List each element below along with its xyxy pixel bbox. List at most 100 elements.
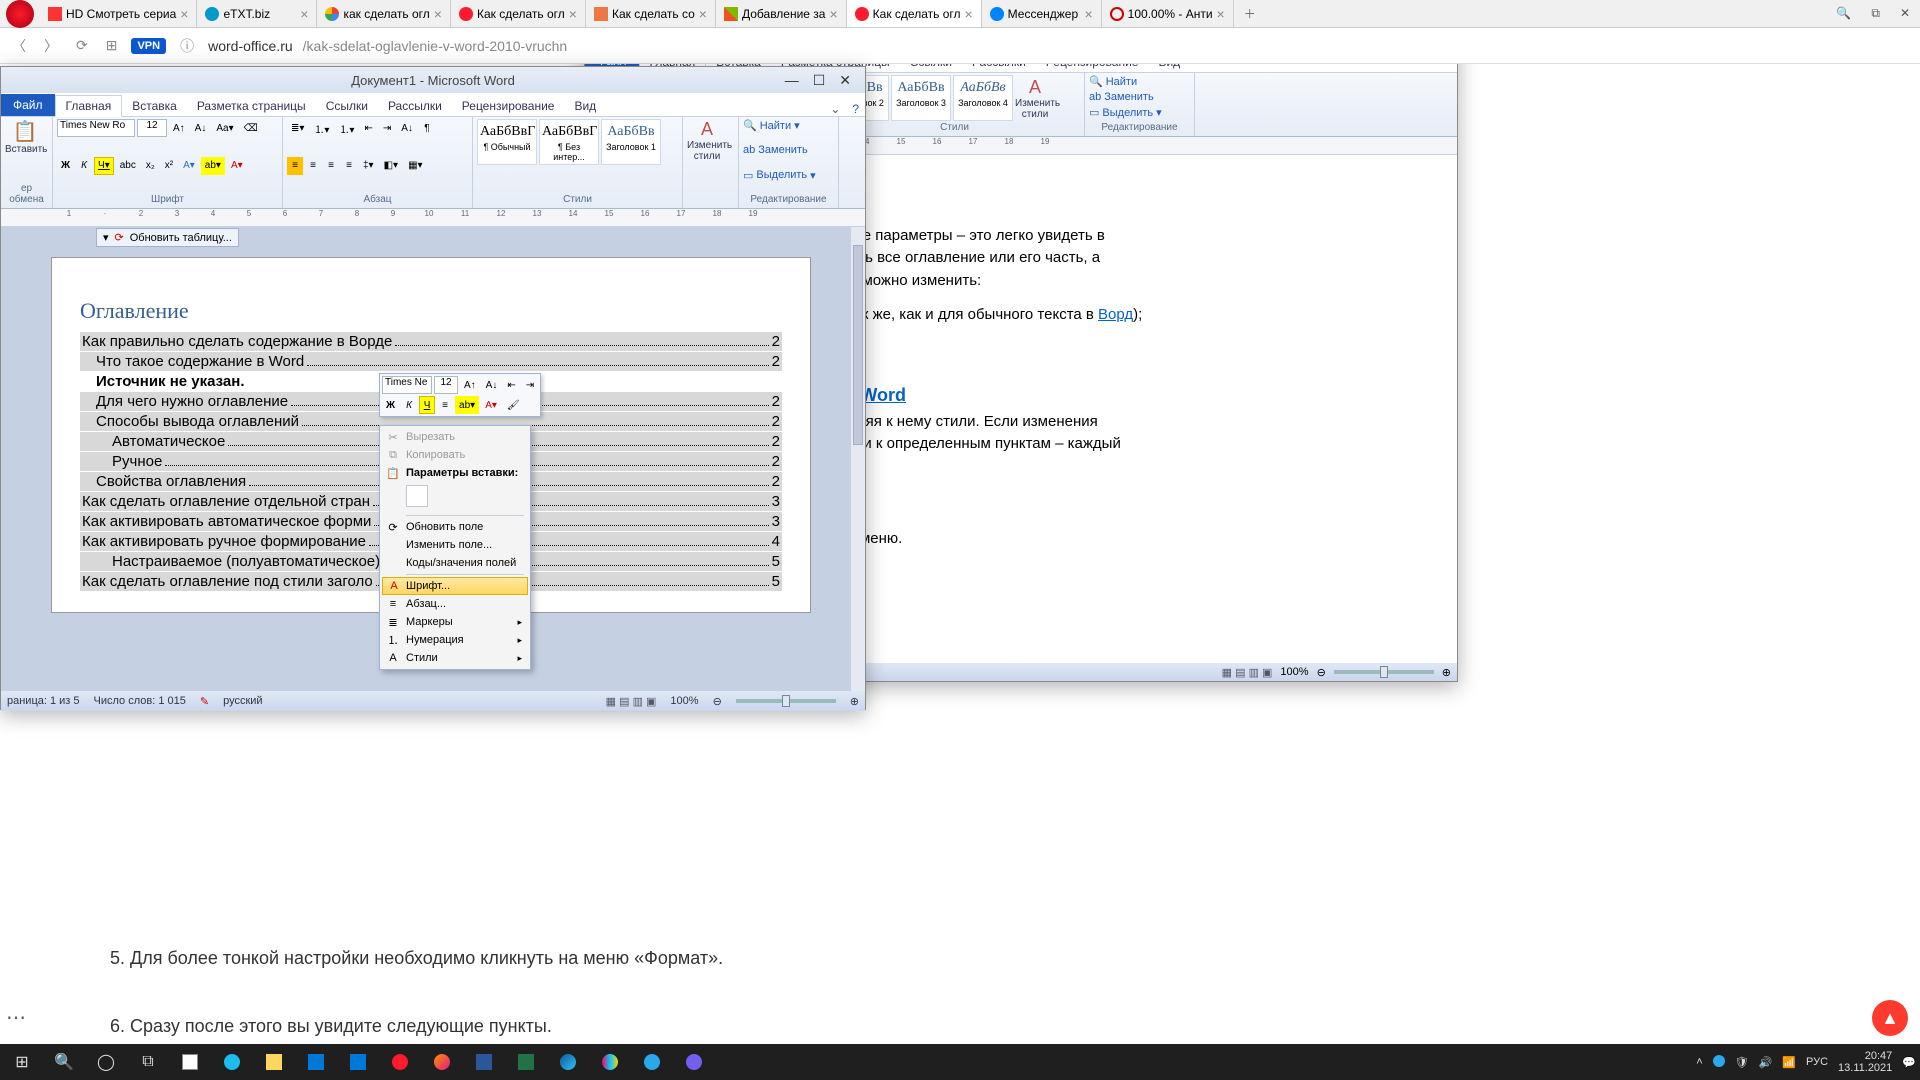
store-icon[interactable]: [172, 1047, 208, 1077]
word-count[interactable]: Число слов: 1 015: [94, 695, 186, 707]
zoom-slider[interactable]: [736, 699, 836, 703]
close-icon[interactable]: ×: [569, 6, 577, 22]
maximize-button[interactable]: ☐: [813, 72, 826, 89]
text-effects-icon[interactable]: A▾: [179, 157, 199, 175]
close-button[interactable]: ✕: [839, 72, 851, 89]
app-icon[interactable]: [340, 1047, 376, 1077]
tray-icon[interactable]: 📶: [1782, 1056, 1796, 1069]
tab-3[interactable]: Как сделать огл×: [451, 0, 586, 27]
layout-tab[interactable]: Разметка страницы: [187, 96, 316, 116]
new-tab-button[interactable]: ＋: [1234, 5, 1266, 22]
grow-font-icon[interactable]: A↑: [460, 376, 480, 394]
zoom-slider[interactable]: [1334, 670, 1434, 674]
decrease-indent-icon[interactable]: ⇤: [503, 376, 519, 394]
refresh-icon[interactable]: ⟳: [115, 231, 124, 244]
zoom-out[interactable]: ⊖: [713, 695, 722, 708]
paint-icon[interactable]: [592, 1047, 628, 1077]
highlight-icon[interactable]: ab▾: [455, 396, 479, 414]
toc-menu-icon[interactable]: ▾: [103, 231, 109, 244]
replace-button[interactable]: ab Заменить: [743, 144, 834, 156]
excel-icon[interactable]: [508, 1047, 544, 1077]
ctx-bullets[interactable]: ≣Маркеры▸: [382, 613, 528, 631]
home-tab[interactable]: Главная: [55, 95, 123, 117]
bold-button[interactable]: Ж: [57, 157, 74, 175]
search-button[interactable]: 🔍: [46, 1047, 82, 1077]
bold-button[interactable]: Ж: [382, 396, 399, 414]
find-button[interactable]: 🔍 Найти ▾: [743, 119, 834, 132]
reload-button[interactable]: ⟳: [72, 35, 92, 56]
clock[interactable]: 20:47 13.11.2021: [1838, 1050, 1892, 1074]
replace-button[interactable]: ab Заменить: [1089, 91, 1190, 103]
page-indicator[interactable]: раница: 1 из 5: [7, 695, 80, 707]
tray-icon[interactable]: 🛡: [1735, 1056, 1749, 1069]
style-h1[interactable]: АаБбВвЗаголовок 1: [601, 119, 661, 165]
increase-indent-icon[interactable]: ⇥: [379, 119, 395, 137]
format-painter-icon[interactable]: 🖌: [503, 396, 524, 414]
tray-icon[interactable]: [1713, 1055, 1725, 1070]
zoom-in[interactable]: ⊕: [850, 695, 859, 708]
change-styles-button[interactable]: AИзменить стили: [687, 119, 727, 162]
mini-font-combo[interactable]: Times Ne: [382, 376, 432, 394]
decrease-indent-icon[interactable]: ⇤: [360, 119, 376, 137]
sort-icon[interactable]: A↓: [397, 119, 417, 137]
mailings-tab[interactable]: Рассылки: [378, 96, 452, 116]
change-styles-button[interactable]: AИзменить стили: [1015, 77, 1055, 120]
sidebar-menu-icon[interactable]: ⋯: [6, 1005, 28, 1030]
file-tab[interactable]: Файл: [1, 94, 55, 116]
view-tab[interactable]: Вид: [564, 96, 606, 116]
font-size-combo[interactable]: 12: [137, 119, 167, 137]
style-h4[interactable]: АаБбВвЗаголовок 4: [953, 75, 1013, 121]
paste-button[interactable]: 📋Вставить: [5, 119, 45, 155]
word-icon[interactable]: [466, 1047, 502, 1077]
insert-tab[interactable]: Вставка: [122, 96, 187, 116]
close-icon[interactable]: ×: [964, 6, 972, 22]
close-icon[interactable]: ×: [180, 6, 188, 22]
site-info-icon[interactable]: ⓘ: [176, 34, 198, 58]
back-button[interactable]: 〈: [8, 34, 30, 58]
references-tab[interactable]: Ссылки: [316, 96, 378, 116]
font-name-combo[interactable]: Times New Ro: [57, 119, 135, 137]
style-h3[interactable]: АаБбВвЗаголовок 3: [891, 75, 951, 121]
increase-indent-icon[interactable]: ⇥: [522, 376, 538, 394]
speed-dial-icon[interactable]: ⊞: [102, 35, 122, 56]
task-view-icon[interactable]: ⧉: [130, 1047, 166, 1077]
language-indicator[interactable]: русский: [223, 695, 262, 707]
tab-5[interactable]: Добавление за×: [716, 0, 847, 27]
help-icon[interactable]: ?: [846, 102, 865, 116]
language-indicator[interactable]: РУС: [1806, 1056, 1828, 1068]
font-color-icon[interactable]: A▾: [481, 396, 501, 414]
forward-button[interactable]: 〉: [40, 34, 62, 58]
multilevel-icon[interactable]: ⒈▾: [335, 119, 358, 137]
toc-entry[interactable]: Как правильно сделать содержание в Ворде…: [80, 332, 782, 351]
grow-font-icon[interactable]: A↑: [169, 119, 189, 137]
close-icon[interactable]: ×: [699, 6, 707, 22]
vpn-badge[interactable]: VPN: [131, 38, 166, 54]
close-icon[interactable]: ×: [1217, 6, 1225, 22]
align-center-icon[interactable]: ≡: [437, 396, 453, 414]
tab-8[interactable]: 100.00% - Анти×: [1102, 0, 1234, 27]
select-button[interactable]: ▭ Выделить ▾: [743, 169, 834, 182]
search-icon[interactable]: 🔍: [1836, 6, 1851, 21]
shrink-font-icon[interactable]: A↓: [482, 376, 502, 394]
telegram-icon[interactable]: [634, 1047, 670, 1077]
tab-4[interactable]: Как сделать со×: [586, 0, 716, 27]
close-icon[interactable]: ×: [434, 6, 442, 22]
show-marks-icon[interactable]: ¶: [419, 119, 435, 137]
review-tab[interactable]: Рецензирование: [452, 96, 565, 116]
cortana-icon[interactable]: ◯: [88, 1047, 124, 1077]
align-center-icon[interactable]: ≡: [305, 157, 321, 175]
ctx-paste-options[interactable]: [382, 482, 528, 513]
viber-icon[interactable]: [676, 1047, 712, 1077]
shading-icon[interactable]: ◧▾: [380, 157, 402, 175]
find-button[interactable]: 🔍 Найти: [1089, 75, 1190, 88]
mini-size-combo[interactable]: 12: [434, 376, 458, 394]
firefox-icon[interactable]: [424, 1047, 460, 1077]
view-icons[interactable]: ▦ ▤ ▥ ▣: [606, 695, 657, 708]
start-button[interactable]: ⊞: [4, 1047, 40, 1077]
mail-icon[interactable]: [298, 1047, 334, 1077]
url-host[interactable]: word-office.ru: [208, 38, 293, 54]
close-icon[interactable]: ×: [829, 6, 837, 22]
borders-icon[interactable]: ▦▾: [404, 157, 426, 175]
italic-button[interactable]: К: [401, 396, 417, 414]
font-color-icon[interactable]: A▾: [227, 157, 247, 175]
